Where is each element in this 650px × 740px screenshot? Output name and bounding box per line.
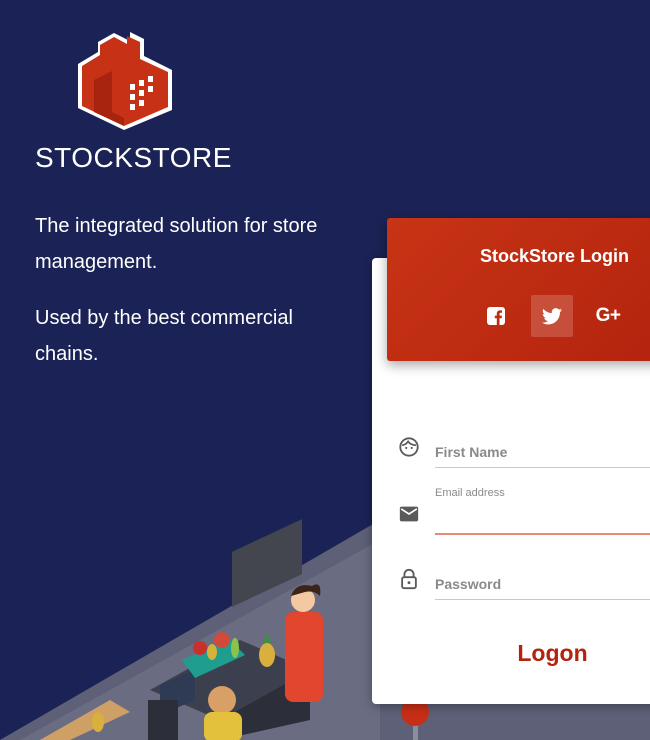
email-input[interactable] — [435, 503, 650, 535]
login-title: StockStore Login — [480, 246, 630, 266]
pineapple — [259, 643, 275, 667]
face-icon — [399, 437, 419, 457]
password-input[interactable] — [435, 569, 650, 600]
pineapple-small — [207, 644, 217, 660]
google-plus-login-button[interactable]: G+ — [587, 295, 629, 337]
tagline-integrated-solution: The integrated solution for store manage… — [35, 215, 318, 273]
tomato — [214, 632, 230, 648]
twitter-login-button[interactable] — [531, 295, 573, 337]
mail-icon — [399, 506, 419, 522]
vegetable — [231, 638, 239, 658]
stockstore-logo — [78, 32, 172, 130]
register-body — [148, 700, 178, 740]
apple — [193, 641, 207, 655]
login-card-header: StockStore Login G+ — [387, 218, 650, 361]
lock-icon — [401, 568, 417, 590]
google-plus-icon: G+ — [595, 305, 621, 326]
logon-button[interactable]: Logon — [430, 630, 650, 676]
customer-body — [204, 712, 242, 740]
email-field-label: Email address — [435, 487, 505, 499]
cashier-apron — [285, 612, 323, 702]
facebook-icon — [487, 307, 505, 325]
first-name-input[interactable] — [435, 437, 650, 468]
fruit-stand-pineapple — [92, 712, 104, 732]
brand-name: STOCKSTORE — [35, 142, 232, 173]
facebook-login-button[interactable] — [475, 295, 517, 337]
customer-head — [208, 686, 236, 714]
twitter-icon — [542, 307, 562, 324]
tagline-best-chains: Used by the best commercial chains. — [35, 307, 293, 365]
